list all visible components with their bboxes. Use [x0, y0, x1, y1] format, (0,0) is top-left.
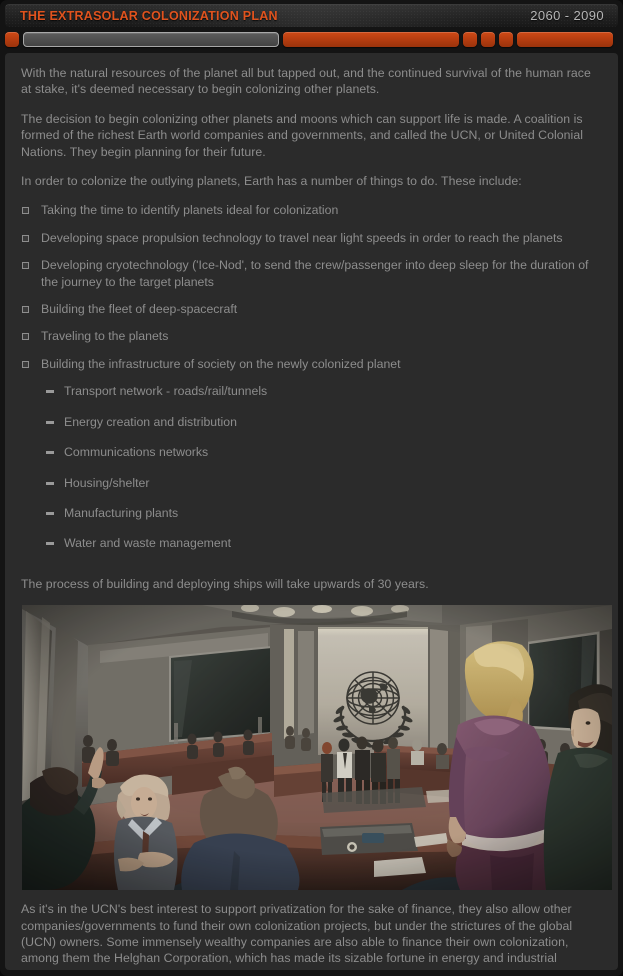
assembly-hall-illustration — [22, 605, 612, 891]
chapter-segment-7[interactable] — [517, 32, 613, 47]
year-range-label: 2060 - 2090 — [530, 8, 604, 23]
square-bullet-icon — [22, 360, 29, 368]
dash-bullet-icon — [46, 390, 54, 394]
dash-bullet-icon — [46, 481, 54, 485]
intro-paragraph-3: In order to colonize the outlying planet… — [21, 174, 522, 189]
chapter-progress-strip[interactable] — [5, 30, 618, 49]
sublist-item-label: Communications networks — [64, 445, 209, 460]
list-item-label: Building the infrastructure of society o… — [41, 356, 401, 371]
dash-bullet-icon — [46, 451, 54, 455]
sublist-item-label: Manufacturing plants — [64, 505, 179, 520]
closing-paragraph-1: As it's in the UCN's best interest to su… — [21, 902, 573, 970]
infrastructure-sublist: Transport network - roads/rail/tunnels E… — [41, 383, 602, 551]
sublist-item-label: Housing/shelter — [64, 475, 150, 490]
dash-bullet-icon — [46, 420, 54, 424]
sublist-item: Housing/shelter — [41, 475, 602, 491]
intro-paragraph-1: With the natural resources of the planet… — [21, 66, 591, 97]
sublist-item: Water and waste management — [41, 535, 602, 551]
list-item: Taking the time to identify planets idea… — [21, 202, 602, 218]
content-panel: With the natural resources of the planet… — [5, 53, 618, 970]
chapter-segment-4[interactable] — [463, 32, 477, 47]
chapter-segment-2[interactable] — [23, 32, 279, 47]
ucn-assembly-hall-image — [22, 605, 612, 891]
list-item-label: Developing space propulsion technology t… — [41, 230, 563, 245]
sublist-item-label: Water and waste management — [64, 536, 232, 551]
square-bullet-icon — [22, 306, 29, 314]
page-title: THE EXTRASOLAR COLONIZATION PLAN — [20, 8, 278, 23]
list-item: Developing space propulsion technology t… — [21, 230, 602, 246]
sublist-item-label: Transport network - roads/rail/tunnels — [64, 384, 268, 399]
list-item-label: Traveling to the planets — [41, 329, 169, 344]
codex-entry-window: THE EXTRASOLAR COLONIZATION PLAN 2060 - … — [0, 0, 623, 976]
list-item-label: Building the fleet of deep-spacecraft — [41, 302, 238, 317]
title-bar: THE EXTRASOLAR COLONIZATION PLAN 2060 - … — [5, 4, 618, 27]
sublist-item: Manufacturing plants — [41, 505, 602, 521]
timeline-note: The process of building and deploying sh… — [21, 576, 429, 591]
sublist-item: Communications networks — [41, 444, 602, 460]
sublist-item: Energy creation and distribution — [41, 414, 602, 430]
chapter-segment-6[interactable] — [499, 32, 513, 47]
chapter-segment-3[interactable] — [283, 32, 459, 47]
list-item-label: Taking the time to identify planets idea… — [41, 203, 339, 218]
dash-bullet-icon — [46, 542, 54, 546]
dash-bullet-icon — [46, 511, 54, 515]
sublist-item: Transport network - roads/rail/tunnels — [41, 383, 602, 399]
chapter-segment-1[interactable] — [5, 32, 19, 47]
list-item-label: Developing cryotechnology ('Ice-Nod', to… — [41, 258, 589, 289]
list-item: Developing cryotechnology ('Ice-Nod', to… — [21, 257, 602, 290]
square-bullet-icon — [22, 262, 29, 270]
sublist-item-label: Energy creation and distribution — [64, 414, 237, 429]
task-list: Taking the time to identify planets idea… — [21, 202, 602, 551]
chapter-segment-5[interactable] — [481, 32, 495, 47]
square-bullet-icon — [22, 234, 29, 242]
intro-paragraph-2: The decision to begin colonizing other p… — [21, 111, 584, 159]
square-bullet-icon — [22, 333, 29, 341]
square-bullet-icon — [22, 207, 29, 215]
list-item: Building the infrastructure of society o… — [21, 356, 602, 552]
list-item: Traveling to the planets — [21, 328, 602, 344]
list-item: Building the fleet of deep-spacecraft — [21, 301, 602, 317]
